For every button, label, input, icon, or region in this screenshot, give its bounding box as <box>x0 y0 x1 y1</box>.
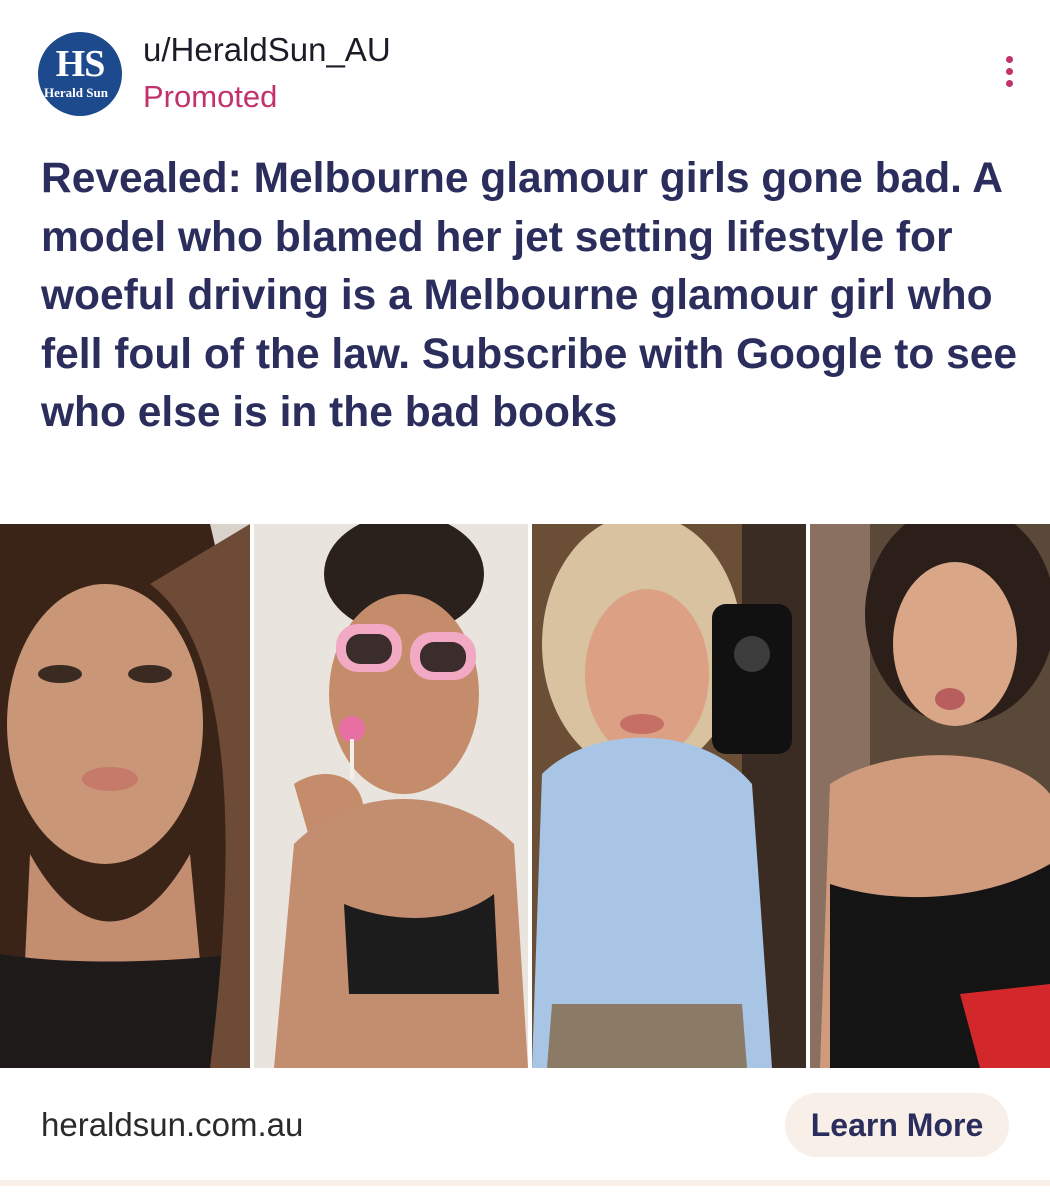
portrait-photo <box>0 524 250 1068</box>
portrait-photo <box>810 524 1050 1068</box>
portrait-photo <box>532 524 806 1068</box>
post-headline[interactable]: Revealed: Melbourne glamour girls gone b… <box>41 150 1021 443</box>
photo-panel-2 <box>250 524 528 1068</box>
learn-more-button[interactable]: Learn More <box>785 1093 1009 1157</box>
post-header: HS Herald Sun u/HeraldSun_AU Promoted <box>0 0 1050 140</box>
username-link[interactable]: u/HeraldSun_AU <box>143 31 391 69</box>
ad-image-collage[interactable] <box>0 524 1050 1068</box>
portrait-photo <box>254 524 528 1068</box>
advertiser-avatar[interactable]: HS Herald Sun <box>38 32 122 116</box>
domain-link[interactable]: heraldsun.com.au <box>41 1106 303 1144</box>
photo-panel-4 <box>806 524 1050 1068</box>
kebab-menu-icon-dot <box>1006 68 1013 75</box>
photo-panel-3 <box>528 524 806 1068</box>
kebab-menu-icon-dot <box>1006 80 1013 87</box>
avatar-initials: HS <box>55 43 106 85</box>
post-footer: heraldsun.com.au Learn More <box>0 1068 1050 1186</box>
promoted-label: Promoted <box>143 79 278 114</box>
more-options-button[interactable] <box>990 50 1030 94</box>
avatar-subtext: Herald Sun <box>44 85 108 100</box>
kebab-menu-icon <box>1006 56 1013 63</box>
photo-panel-1 <box>0 524 250 1068</box>
promoted-post: HS Herald Sun u/HeraldSun_AU Promoted Re… <box>0 0 1050 1200</box>
